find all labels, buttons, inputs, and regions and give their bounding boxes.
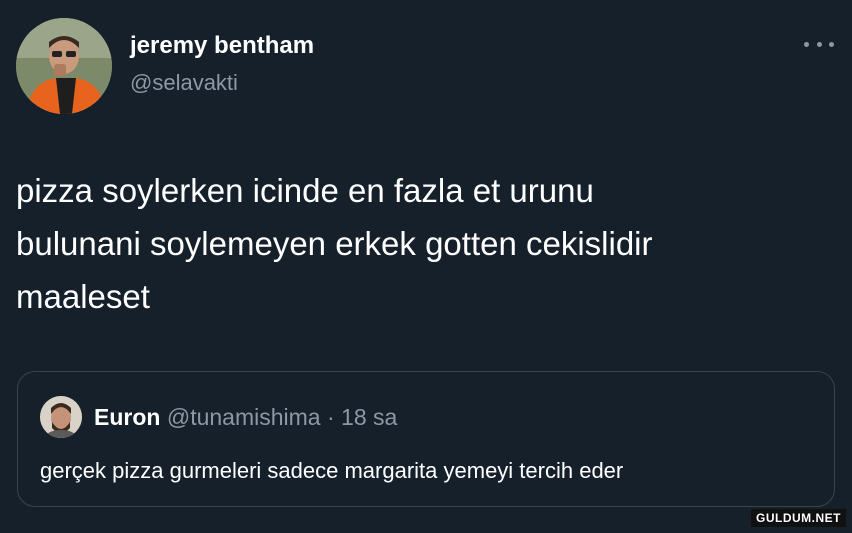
tweet-text: pizza soylerken icinde en fazla et urunu… (16, 172, 653, 315)
quoted-tweet-text: gerçek pizza gurmeleri sadece margarita … (40, 458, 624, 483)
quoted-author-handle[interactable]: @tunamishima (167, 404, 321, 430)
more-dot (829, 41, 834, 47)
more-options-icon[interactable] (804, 34, 834, 54)
quoted-author-name[interactable]: Euron (94, 404, 160, 430)
author-handle[interactable]: @selavakti (130, 70, 238, 96)
more-dot (804, 41, 809, 47)
quoted-header: Euron @tunamishima · 18 sa (94, 404, 397, 431)
quoted-author-avatar[interactable] (40, 396, 82, 438)
site-watermark: GULDUM.NET (751, 509, 846, 527)
author-avatar[interactable] (16, 18, 112, 114)
quoted-timestamp[interactable]: 18 sa (341, 404, 397, 430)
author-name[interactable]: jeremy bentham (130, 32, 314, 60)
quoted-tweet[interactable]: Euron @tunamishima · 18 sa gerçek pizza … (17, 371, 835, 507)
meta-separator: · (326, 404, 335, 430)
more-dot (816, 41, 822, 47)
